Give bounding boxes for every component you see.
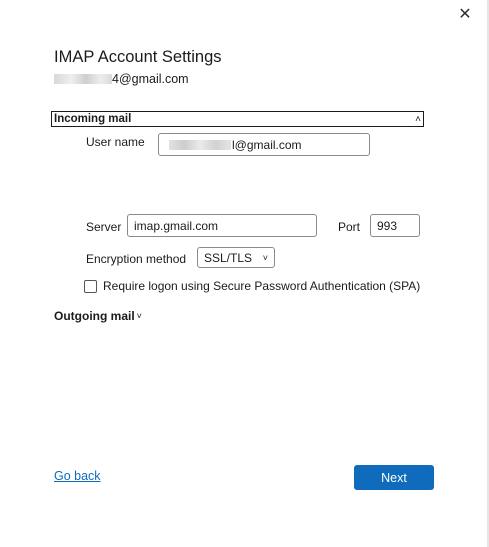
username-label: User name xyxy=(86,135,145,149)
spa-checkbox-label: Require logon using Secure Password Auth… xyxy=(103,279,421,293)
outgoing-mail-section-header[interactable]: Outgoing mail ˅ xyxy=(54,309,142,323)
close-icon[interactable]: ✕ xyxy=(455,6,475,24)
server-value: imap.gmail.com xyxy=(134,218,219,233)
go-back-link[interactable]: Go back xyxy=(54,469,101,483)
redacted-username-prefix xyxy=(169,139,231,150)
page-title: IMAP Account Settings xyxy=(54,48,222,66)
server-field[interactable]: imap.gmail.com xyxy=(127,214,317,237)
username-suffix: l@gmail.com xyxy=(232,137,302,152)
port-field[interactable]: 993 xyxy=(370,214,420,237)
encryption-method-label: Encryption method xyxy=(86,252,187,266)
outgoing-mail-label: Outgoing mail xyxy=(54,309,135,323)
port-value: 993 xyxy=(377,218,398,233)
port-label: Port xyxy=(338,220,361,234)
next-button-label: Next xyxy=(381,470,407,485)
redacted-email-prefix xyxy=(54,74,112,84)
account-email-suffix: 4@gmail.com xyxy=(112,72,189,86)
chevron-up-icon: ˄ xyxy=(415,113,421,125)
spa-checkbox[interactable] xyxy=(84,279,97,293)
server-label: Server xyxy=(86,220,122,234)
chevron-down-icon: ˅ xyxy=(136,311,142,321)
spa-checkbox-row[interactable]: Require logon using Secure Password Auth… xyxy=(84,279,420,293)
encryption-method-value: SSL/TLS xyxy=(204,250,253,265)
incoming-mail-label: Incoming mail xyxy=(54,113,132,125)
username-field[interactable]: l@gmail.com xyxy=(158,133,370,156)
next-button[interactable]: Next xyxy=(354,465,434,490)
incoming-mail-section-header[interactable]: Incoming mail ˄ xyxy=(51,111,424,127)
chevron-down-icon: ˅ xyxy=(262,252,268,263)
account-email: 4@gmail.com xyxy=(54,72,189,86)
encryption-method-select[interactable]: SSL/TLS ˅ xyxy=(197,247,275,268)
